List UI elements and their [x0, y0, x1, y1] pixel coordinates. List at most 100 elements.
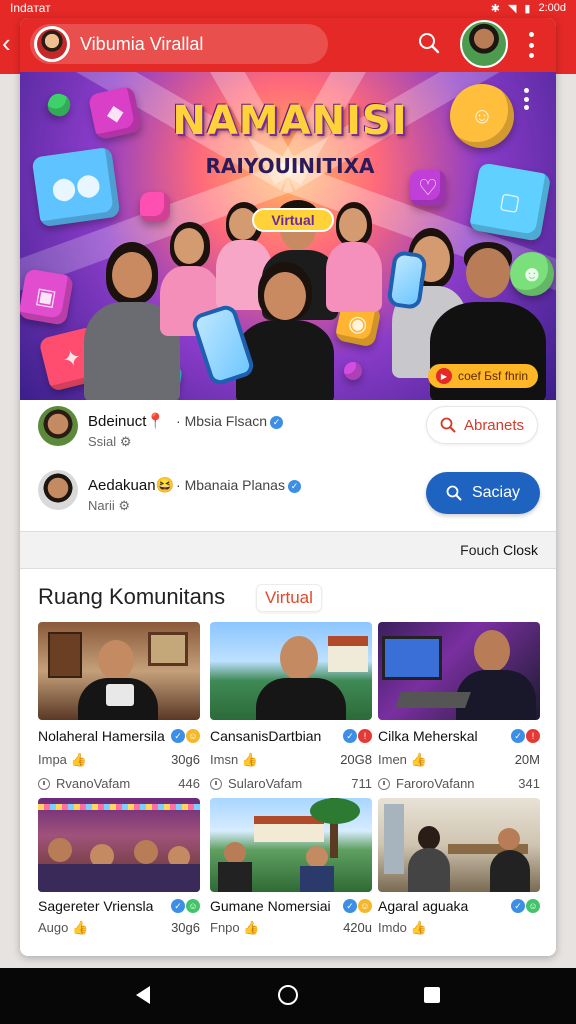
cube-icon: [140, 192, 170, 222]
carrier-label: Indaтат: [10, 1, 51, 15]
search-button-label: Abranets: [463, 416, 525, 434]
hand-icon: 👍: [241, 752, 258, 767]
verified-icon: ✓: [343, 899, 357, 913]
close-label: Closk: [502, 542, 538, 558]
tile-badges: ✓ ☺: [171, 899, 200, 913]
tile-meta-value: 341: [518, 776, 540, 791]
tile-name: Agaral aguaka: [378, 898, 469, 914]
tile-meta: RvanoVafam: [38, 776, 130, 791]
hand-icon: 👍: [410, 920, 427, 935]
verified-icon: ✓: [343, 729, 357, 743]
cube-icon: ▣: [20, 268, 74, 326]
tile-meta: FaroroVafann: [378, 776, 475, 791]
nav-home-icon[interactable]: [278, 985, 298, 1005]
alert-icon: !: [526, 729, 540, 743]
tile-meta: SularoVafam: [210, 776, 302, 791]
emoji-icon: ☺: [186, 899, 200, 913]
play-icon: ▶: [436, 368, 452, 384]
verified-icon: ✓: [270, 415, 284, 429]
tile-count: 20G8: [340, 752, 372, 767]
hero-banner[interactable]: ◆ ⬤⬤ ▣ ✦ ✿ ☺ ▢ ♡ ☻ ◉: [20, 72, 556, 400]
tile-meta-value: 446: [178, 776, 200, 791]
tile-count: 20M: [514, 752, 540, 767]
nav-recent-apps-icon[interactable]: [424, 987, 440, 1003]
game-controller-icon: ▢: [468, 162, 552, 242]
verified-icon: ✓: [511, 899, 525, 913]
close-bar: Fouch Closk: [20, 532, 556, 568]
tile-subtitle: Imdo 👍: [378, 920, 427, 935]
tile-badges: ✓ ☺: [343, 899, 372, 913]
search-primary-button-label: Saciay: [471, 484, 521, 501]
banner-tag: Virtual: [252, 208, 334, 232]
tile-name: Nolaheral Hamersila: [38, 728, 165, 744]
gear-icon: ⚙: [118, 498, 131, 513]
emoji-face-icon: ☺: [450, 84, 514, 148]
profile-avatar[interactable]: [460, 20, 508, 68]
search-primary-button[interactable]: Saciay: [426, 472, 540, 514]
tile-name: Gumane Nomersiai: [210, 898, 331, 914]
user-name: Bdeinuct📍: [88, 413, 166, 430]
cube-icon: [344, 362, 362, 380]
user-row[interactable]: Bdeinuct📍 Ssial ⚙ · Mbsia Flsacn ✓ Abrane…: [20, 400, 556, 464]
banner-more-icon[interactable]: [524, 88, 530, 110]
user-row[interactable]: Aedakuan😆 Narii ⚙ · Mbanaia Planas ✓ Saci…: [20, 464, 556, 528]
section-title: Ruang Komunitans: [38, 584, 226, 609]
game-controller-icon: ⬤⬤: [31, 146, 121, 228]
close-prefix: Fouch: [460, 542, 500, 558]
community-tile[interactable]: Sagereter Vriensla ✓ ☺ Augo 👍 30g6: [38, 798, 200, 938]
banner-cta-button[interactable]: ▶ соеf Бsf fhrin: [428, 364, 538, 388]
tile-image: [38, 622, 200, 720]
section-tag[interactable]: Virtual: [256, 584, 322, 612]
hand-icon: 👍: [72, 920, 89, 935]
main-card: Vibumia Virallal ◆ ⬤⬤ ▣ ✦ ✿ ☺ ▢ ♡ ☻ ◉: [20, 18, 556, 956]
tile-meta-value: 711: [351, 776, 372, 791]
cube-icon: [44, 90, 74, 120]
community-tile[interactable]: Nolaheral Hamersila ✓ ☺ Impa 👍 30g6 Rvan…: [38, 622, 200, 792]
pin-icon: 📍: [146, 413, 166, 430]
tile-badges: ✓ ☺: [511, 899, 540, 913]
tile-name: Sagereter Vriensla: [38, 898, 154, 914]
app-title-pill[interactable]: Vibumia Virallal: [30, 24, 328, 64]
tile-count: 30g6: [171, 752, 200, 767]
community-tile[interactable]: Gumane Nomersiai ✓ ☺ Fnpo 👍 420u: [210, 798, 372, 938]
search-icon[interactable]: [418, 32, 440, 54]
clock-icon: [38, 777, 50, 790]
search-icon: [440, 417, 456, 433]
status-icons: ✱ ◥ ▮ 2:00d: [491, 2, 566, 15]
verified-icon: ✓: [511, 729, 525, 743]
alert-icon: !: [358, 729, 372, 743]
back-arrow-icon[interactable]: ‹: [2, 30, 11, 56]
laugh-emoji-icon: 😆: [155, 477, 175, 494]
more-vertical-icon[interactable]: [526, 32, 536, 58]
system-nav-bar: [0, 968, 576, 1024]
avatar: [38, 470, 78, 510]
close-button[interactable]: Fouch Closk: [460, 542, 538, 558]
banner-person: [230, 262, 340, 400]
nav-back-icon[interactable]: [136, 986, 150, 1004]
banner-cta-label: соеf Бsf fhrin: [458, 369, 529, 383]
wifi-icon: ◥: [507, 2, 517, 15]
tile-badges: ✓ !: [511, 729, 540, 743]
app-title: Vibumia Virallal: [80, 33, 204, 54]
tile-badges: ✓ !: [343, 729, 372, 743]
hand-icon: 👍: [243, 920, 260, 935]
tile-image: [210, 798, 372, 892]
clock-icon: [378, 777, 390, 790]
user-subtitle: Narii ⚙: [88, 498, 131, 513]
tile-subtitle: Impa 👍: [38, 752, 87, 767]
search-button[interactable]: Abranets: [426, 406, 538, 444]
tile-badges: ✓ ☺: [171, 729, 200, 743]
tile-image: [210, 622, 372, 720]
tile-subtitle: Imen 👍: [378, 752, 427, 767]
verified-icon: ✓: [287, 479, 301, 493]
emoji-icon: ☺: [186, 729, 200, 743]
emoji-icon: ☺: [526, 899, 540, 913]
cube-icon: ♡: [410, 170, 446, 206]
verified-icon: ✓: [171, 729, 185, 743]
tile-subtitle: Fnpo 👍: [210, 920, 260, 935]
clock-icon: [210, 777, 222, 790]
community-tile[interactable]: CansanisDartbian ✓ ! Imsn 👍 20G8 SularoV…: [210, 622, 372, 792]
community-tile[interactable]: Agaral aguaka ✓ ☺ Imdo 👍: [378, 798, 540, 938]
community-tile[interactable]: Cilka Meherskal ✓ ! Imen 👍 20M FaroroVaf…: [378, 622, 540, 792]
signal-icon: ▮: [524, 2, 531, 15]
